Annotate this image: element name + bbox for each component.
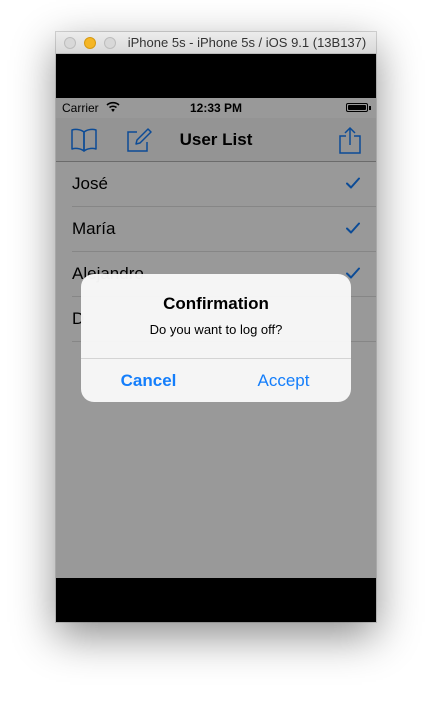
- window-titlebar: iPhone 5s - iPhone 5s / iOS 9.1 (13B137): [56, 32, 376, 54]
- confirmation-alert: Confirmation Do you want to log off? Can…: [81, 274, 351, 402]
- window-title: iPhone 5s - iPhone 5s / iOS 9.1 (13B137): [127, 35, 367, 50]
- alert-title: Confirmation: [163, 294, 269, 313]
- alert-message: Do you want to log off?: [149, 322, 283, 337]
- zoom-window-button[interactable]: [104, 37, 116, 49]
- simulator-window: iPhone 5s - iPhone 5s / iOS 9.1 (13B137)…: [56, 32, 376, 622]
- device-screen: Carrier 12:33 PM User List José María D …: [56, 98, 376, 578]
- accept-button[interactable]: Accept: [216, 359, 351, 402]
- close-window-button[interactable]: [64, 37, 76, 49]
- cancel-button[interactable]: Cancel: [81, 359, 216, 402]
- minimize-window-button[interactable]: [84, 37, 96, 49]
